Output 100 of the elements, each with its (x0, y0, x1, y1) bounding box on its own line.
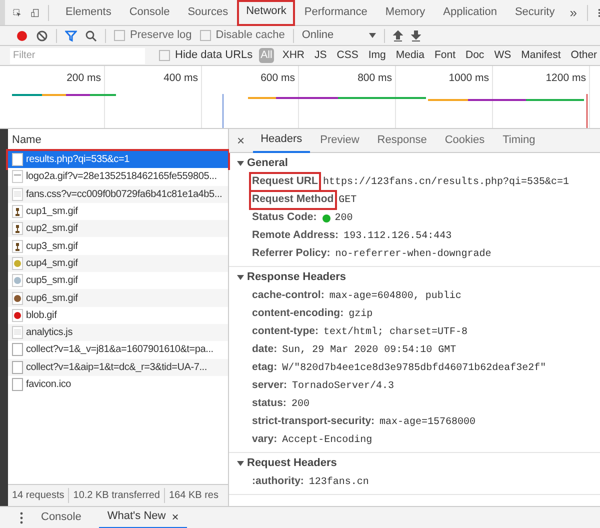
request-row[interactable]: cup5_sm.gif (8, 272, 228, 290)
header-value: max-age=604800, public (329, 290, 462, 304)
file-icon (12, 360, 23, 374)
request-row[interactable]: cup4_sm.gif (8, 254, 228, 272)
clear-icon[interactable] (36, 30, 48, 42)
detail-tab[interactable]: Headers (252, 128, 310, 152)
more-options-icon[interactable] (20, 512, 23, 524)
header-value: TornadoServer/4.3 (292, 380, 394, 394)
panel-tab[interactable]: Network (237, 0, 296, 26)
checkbox-label: Disable cache (216, 28, 285, 44)
close-detail-button[interactable]: × (237, 130, 251, 150)
header-name: date: (251, 342, 278, 358)
type-filter[interactable]: Font (432, 48, 458, 63)
time-tick: 600 ms (260, 71, 295, 86)
image-icon (12, 308, 23, 322)
checkbox-label: Preserve log (130, 28, 192, 44)
header-name: Request URL (251, 174, 319, 190)
panel-tab[interactable]: Console (120, 0, 179, 26)
file-icon (12, 343, 23, 356)
header-value: max-age=15768000 (380, 416, 476, 430)
header-value: 200 (334, 212, 353, 226)
cup-icon (12, 240, 23, 253)
panel-tab[interactable]: Elements (56, 0, 120, 26)
detail-tab[interactable]: Cookies (436, 128, 493, 152)
header-value: text/html; charset=UTF-8 (324, 326, 468, 340)
drawer-tab[interactable]: What's New × (99, 506, 187, 528)
search-icon[interactable] (85, 30, 97, 42)
type-filter[interactable]: Other (568, 48, 600, 63)
header-value: https://123fans.cn/results.php?qi=535&c=1 (322, 176, 569, 190)
panel-tab[interactable]: Security (506, 0, 564, 26)
cup-icon (12, 222, 23, 236)
header-name: Referrer Policy: (251, 246, 332, 262)
header-name: strict-transport-security: (251, 414, 376, 430)
checkbox-label: Hide data URLs (175, 48, 253, 64)
header-name: content-encoding: (251, 306, 345, 322)
time-tick: 1000 ms (448, 71, 489, 86)
time-tick: 1200 ms (546, 71, 586, 86)
upload-icon[interactable] (392, 30, 403, 42)
image-icon (12, 274, 23, 288)
request-row[interactable]: analytics.js (8, 324, 228, 342)
file-icon (12, 326, 23, 340)
time-tick: 200 ms (66, 71, 101, 86)
detail-tab[interactable]: Response (369, 128, 435, 152)
image-icon (12, 256, 23, 270)
panel-tab[interactable]: Application (434, 0, 506, 26)
file-icon (12, 378, 23, 391)
expanded-triangle-icon[interactable] (237, 460, 244, 466)
header-value: no-referrer-when-downgrade (335, 248, 492, 262)
cup-icon (12, 205, 23, 218)
filter-field[interactable]: Filter (10, 48, 145, 64)
type-filter[interactable]: Doc (464, 48, 486, 63)
type-filter[interactable]: Media (394, 48, 426, 63)
header-name: :authority: (251, 474, 305, 490)
panel-tab[interactable]: Memory (376, 0, 434, 26)
file-icon (12, 188, 23, 201)
checkbox[interactable] (114, 30, 125, 41)
image-icon (12, 292, 23, 305)
section-title[interactable]: Response Headers (247, 268, 346, 286)
status-text: 164 KB res (168, 489, 218, 503)
type-filter[interactable]: WS (492, 48, 514, 63)
scrollbar[interactable] (0, 0, 5, 25)
time-tick: 400 ms (164, 71, 198, 86)
header-name: Remote Address: (251, 228, 340, 244)
close-tab-button[interactable]: × (172, 508, 179, 526)
header-value: Accept-Encoding (282, 434, 372, 448)
detail-tab[interactable]: Timing (494, 128, 544, 152)
checkbox[interactable] (159, 50, 170, 61)
header-name: Request Method (251, 192, 335, 208)
header-value: 123fans.cn (308, 476, 369, 490)
panel-tab[interactable]: Sources (178, 0, 238, 26)
record-icon[interactable] (16, 30, 28, 42)
section-title[interactable]: Request Headers (247, 454, 337, 472)
request-row[interactable]: results.php?qi=535&c=1 (8, 151, 228, 168)
download-icon[interactable] (410, 30, 421, 42)
type-filter[interactable]: XHR (280, 48, 306, 63)
throttling-dropdown[interactable]: Online (302, 27, 376, 44)
type-filter[interactable]: JS (312, 48, 329, 63)
header-value: gzip (348, 308, 373, 322)
drawer-tab[interactable]: Console (33, 506, 90, 528)
request-row[interactable]: cup2_sm.gif (8, 220, 228, 238)
more-tabs-button[interactable]: » (564, 2, 583, 22)
expanded-triangle-icon[interactable] (237, 274, 244, 280)
checkbox[interactable] (200, 30, 211, 41)
header-name: server: (251, 378, 288, 394)
panel-tab[interactable]: Performance (295, 0, 376, 26)
type-filter[interactable]: Img (366, 48, 388, 63)
request-row[interactable]: fans.css?v=cc009f0b0729fa6b41c81e1a4b5... (8, 186, 228, 203)
status-text: 10.2 KB transferred (73, 489, 160, 503)
request-row[interactable]: cup6_sm.gif (8, 289, 228, 307)
request-row[interactable]: collect?v=1&aip=1&t=dc&_r=3&tid=UA-7... (8, 358, 228, 376)
expanded-triangle-icon[interactable] (237, 160, 244, 166)
image-icon (12, 170, 23, 184)
section-title[interactable]: General (247, 154, 288, 172)
type-filter[interactable]: CSS (334, 48, 360, 63)
request-row[interactable]: blob.gif (8, 306, 228, 324)
detail-tab[interactable]: Preview (312, 128, 368, 152)
header-value: Sun, 29 Mar 2020 09:54:10 GMT (282, 344, 456, 358)
filter-icon[interactable] (65, 30, 77, 42)
type-filter[interactable]: Manifest (519, 48, 563, 63)
header-name: Status Code: (251, 210, 318, 226)
